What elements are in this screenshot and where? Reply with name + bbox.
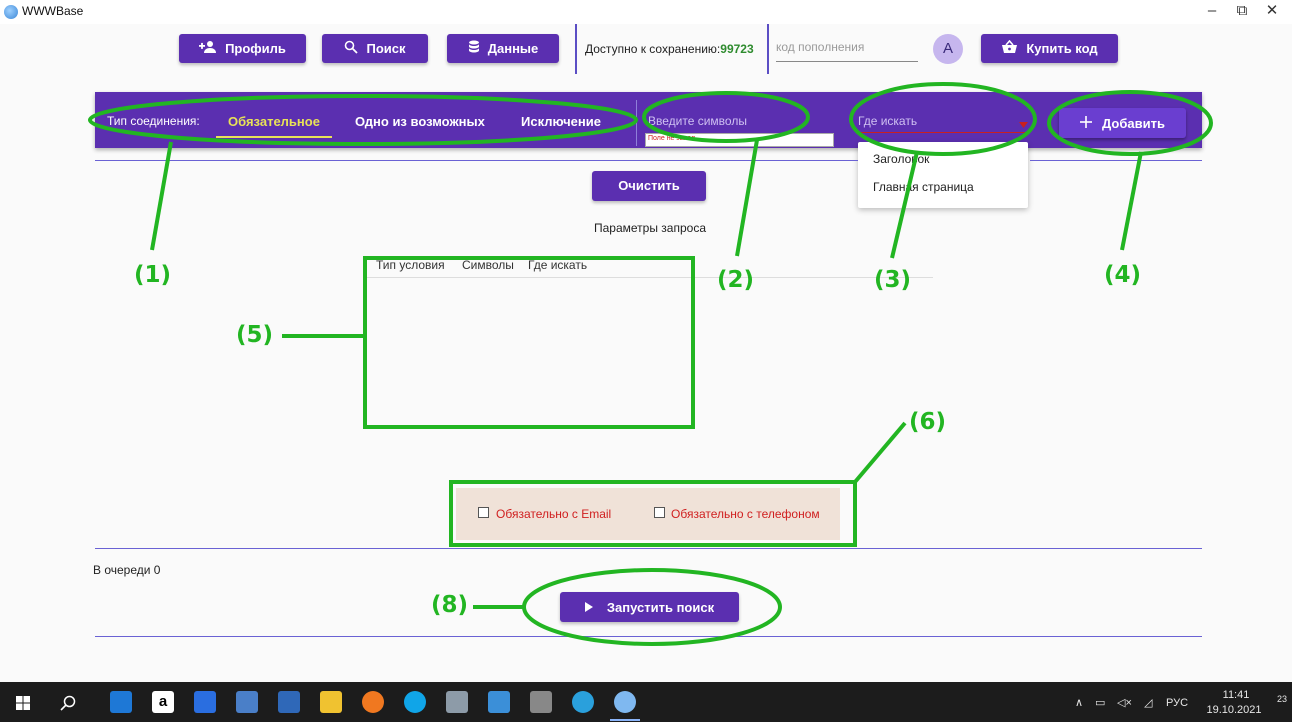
clock-time[interactable]: 11:41 <box>1213 689 1259 701</box>
annotation-box-5 <box>363 256 695 429</box>
annotation-ellipse-1 <box>88 94 638 146</box>
notifications-count[interactable]: 23 <box>1277 694 1287 704</box>
file-explorer-icon[interactable] <box>320 691 342 713</box>
annotation-box-6 <box>449 480 857 547</box>
telegram-icon[interactable] <box>572 691 594 713</box>
app-icon[interactable] <box>488 691 510 713</box>
app-icon[interactable] <box>236 691 258 713</box>
annotation-leader-1 <box>150 141 173 251</box>
annotation-leader-3 <box>890 151 919 259</box>
annotation-ellipse-4 <box>1047 90 1213 156</box>
annotation-label-6: (6) <box>909 409 947 435</box>
store-icon[interactable] <box>278 691 300 713</box>
tray-chevron-icon[interactable]: ∧ <box>1075 696 1083 709</box>
battery-icon[interactable]: ▭ <box>1095 696 1105 709</box>
mail-icon[interactable] <box>110 691 132 713</box>
search-icon[interactable] <box>60 695 76 716</box>
skype-icon[interactable] <box>404 691 426 713</box>
annotation-label-5: (5) <box>236 322 274 348</box>
annotation-leader-2 <box>735 139 759 257</box>
annotation-overlay <box>88 82 1213 646</box>
windows-start-icon[interactable] <box>16 696 30 715</box>
wwwbase-icon[interactable] <box>614 691 636 713</box>
active-app-indicator <box>610 719 640 721</box>
annotation-label-8: (8) <box>431 592 469 618</box>
annotation-label-2: (2) <box>717 267 755 293</box>
annotation-label-1: (1) <box>134 262 172 288</box>
app-icon[interactable] <box>446 691 468 713</box>
annotation-leader-4 <box>1120 151 1143 251</box>
annotation-ellipse-3 <box>849 82 1037 156</box>
clock-date[interactable]: 19.10.2021 <box>1202 704 1266 716</box>
dropbox-icon[interactable] <box>194 691 216 713</box>
annotation-label-4: (4) <box>1104 262 1142 288</box>
annotation-label-3: (3) <box>874 267 912 293</box>
firefox-icon[interactable] <box>362 691 384 713</box>
volume-muted-icon[interactable]: ◁× <box>1117 696 1132 709</box>
camera-app-icon[interactable] <box>530 691 552 713</box>
amazon-icon[interactable]: a <box>152 691 174 713</box>
annotation-ellipse-2 <box>642 91 810 143</box>
annotation-ellipse-8 <box>522 568 782 646</box>
network-icon[interactable]: ◿ <box>1144 696 1152 709</box>
input-language[interactable]: РУС <box>1166 697 1188 709</box>
annotation-leader-6 <box>853 421 907 484</box>
